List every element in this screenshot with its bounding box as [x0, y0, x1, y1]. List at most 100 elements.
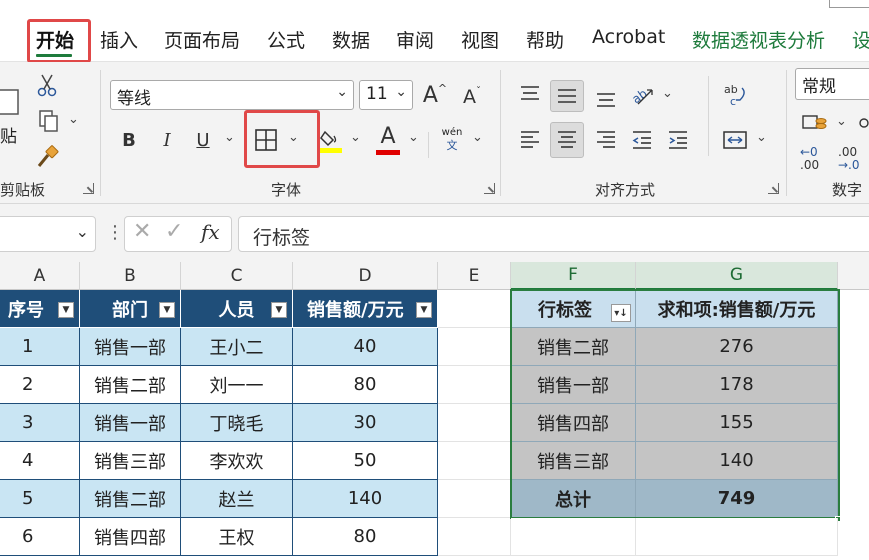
column-header-d[interactable]: D — [293, 262, 438, 290]
pivot-value[interactable]: 178 — [636, 366, 838, 404]
table-cell[interactable]: 2 — [0, 366, 80, 404]
empty-cell[interactable] — [438, 366, 511, 404]
pivot-row-label[interactable]: 销售三部 — [511, 442, 636, 480]
column-header-e[interactable]: E — [438, 262, 511, 290]
paste-icon[interactable] — [0, 76, 22, 116]
filter-dropdown-icon[interactable]: ▼ — [159, 302, 175, 318]
column-header-h[interactable] — [838, 262, 869, 290]
column-header-b[interactable]: B — [80, 262, 181, 290]
tab-data[interactable]: 数据 — [332, 26, 370, 53]
chevron-down-icon[interactable]: ⌄ — [336, 84, 348, 100]
tab-insert[interactable]: 插入 — [100, 26, 138, 53]
accounting-chevron-down-icon[interactable]: ⌄ — [836, 114, 847, 129]
cancel-icon[interactable]: ✕ — [133, 219, 151, 244]
middle-align-button[interactable] — [550, 80, 584, 112]
orientation-button[interactable]: ab — [628, 80, 658, 108]
name-box[interactable]: ⌄ — [0, 216, 96, 252]
borders-button[interactable] — [252, 126, 280, 154]
italic-button[interactable]: I — [154, 124, 180, 156]
phonetic-chevron-down-icon[interactable]: ⌄ — [472, 130, 483, 145]
accounting-format-button[interactable] — [800, 110, 830, 136]
insert-function-icon[interactable]: fx — [201, 220, 220, 244]
empty-cell[interactable] — [511, 518, 636, 556]
copy-chevron-down-icon[interactable]: ⌄ — [68, 112, 79, 127]
pivot-value[interactable]: 140 — [636, 442, 838, 480]
table-cell[interactable]: 销售一部 — [80, 328, 181, 366]
table-cell[interactable]: 40 — [293, 328, 438, 366]
column-header-c[interactable]: C — [181, 262, 293, 290]
pivot-values-header[interactable]: 求和项:销售额/万元 — [636, 290, 838, 328]
table-header-cell[interactable]: 人员 ▼ — [181, 290, 293, 328]
format-painter-icon[interactable] — [36, 144, 60, 170]
table-cell[interactable]: 4 — [0, 442, 80, 480]
merge-center-button[interactable] — [720, 124, 750, 156]
align-right-button[interactable] — [592, 124, 620, 156]
pivot-value[interactable]: 276 — [636, 328, 838, 366]
pivot-row-label[interactable]: 销售一部 — [511, 366, 636, 404]
bold-button[interactable]: B — [116, 124, 142, 156]
pivot-value[interactable]: 155 — [636, 404, 838, 442]
enter-icon[interactable]: ✓ — [165, 219, 183, 244]
pivot-row-label[interactable]: 销售四部 — [511, 404, 636, 442]
wrap-text-button[interactable]: ab c — [720, 80, 750, 110]
empty-cell[interactable] — [636, 518, 838, 556]
table-cell[interactable]: 1 — [0, 328, 80, 366]
copy-icon[interactable] — [36, 108, 62, 134]
clipboard-dialog-launcher-icon[interactable] — [83, 183, 94, 194]
font-size-combo[interactable]: 11 ⌄ — [359, 80, 413, 110]
more-options-icon[interactable]: ⋮ — [106, 222, 124, 243]
phonetic-guide-button[interactable]: wén 文 — [438, 126, 466, 158]
table-cell[interactable]: 80 — [293, 366, 438, 404]
percent-button[interactable] — [858, 110, 869, 136]
pivot-row-labels-header[interactable]: 行标签 ▾↓ — [511, 290, 636, 328]
top-align-button[interactable] — [516, 80, 544, 108]
table-cell[interactable]: 5 — [0, 480, 80, 518]
cut-icon[interactable] — [36, 72, 58, 98]
align-left-button[interactable] — [516, 124, 544, 156]
font-dialog-launcher-icon[interactable] — [484, 183, 495, 194]
underline-button[interactable]: U — [190, 124, 216, 156]
bottom-align-button[interactable] — [592, 84, 620, 112]
tab-acrobat[interactable]: Acrobat — [592, 26, 665, 48]
decrease-indent-button[interactable] — [628, 124, 656, 156]
table-cell[interactable]: 李欢欢 — [181, 442, 293, 480]
table-header-cell[interactable]: 销售额/万元 ▼ — [293, 290, 438, 328]
filter-dropdown-icon[interactable]: ▼ — [271, 302, 287, 318]
pivot-grand-total-value[interactable]: 749 — [636, 480, 838, 518]
paste-label[interactable]: 贴 — [0, 122, 17, 147]
table-cell[interactable]: 销售二部 — [80, 366, 181, 404]
tab-pivottable-analyze[interactable]: 数据透视表分析 — [692, 26, 825, 53]
empty-cell[interactable] — [438, 518, 511, 556]
tab-design[interactable]: 设 — [852, 26, 869, 53]
filter-dropdown-icon[interactable]: ▼ — [416, 302, 432, 318]
table-cell[interactable]: 销售二部 — [80, 480, 181, 518]
underline-chevron-down-icon[interactable]: ⌄ — [224, 130, 235, 145]
tab-view[interactable]: 视图 — [461, 26, 499, 53]
number-format-combo[interactable]: 常规 — [795, 68, 869, 100]
orientation-chevron-down-icon[interactable]: ⌄ — [662, 86, 673, 101]
table-cell[interactable]: 80 — [293, 518, 438, 556]
empty-cell[interactable] — [438, 290, 511, 328]
tab-page-layout[interactable]: 页面布局 — [164, 26, 240, 53]
table-cell[interactable]: 销售三部 — [80, 442, 181, 480]
table-cell[interactable]: 销售四部 — [80, 518, 181, 556]
table-cell[interactable]: 30 — [293, 404, 438, 442]
table-cell[interactable]: 刘一一 — [181, 366, 293, 404]
shrink-font-button[interactable]: Aˇ — [458, 82, 486, 112]
fill-color-chevron-down-icon[interactable]: ⌄ — [350, 130, 361, 145]
name-box-chevron-down-icon[interactable]: ⌄ — [76, 222, 89, 241]
empty-cell[interactable] — [438, 404, 511, 442]
empty-cell[interactable] — [438, 480, 511, 518]
table-cell[interactable]: 3 — [0, 404, 80, 442]
table-cell[interactable]: 6 — [0, 518, 80, 556]
table-cell[interactable]: 王小二 — [181, 328, 293, 366]
merge-chevron-down-icon[interactable]: ⌄ — [756, 130, 767, 145]
table-cell[interactable]: 140 — [293, 480, 438, 518]
formula-input[interactable] — [238, 216, 869, 252]
fill-color-button[interactable] — [318, 124, 346, 158]
tab-help[interactable]: 帮助 — [526, 26, 564, 53]
pivot-row-label[interactable]: 销售二部 — [511, 328, 636, 366]
font-color-chevron-down-icon[interactable]: ⌄ — [408, 130, 419, 145]
increase-decimal-button[interactable]: ←0 .00 — [800, 146, 830, 176]
increase-indent-button[interactable] — [664, 124, 692, 156]
